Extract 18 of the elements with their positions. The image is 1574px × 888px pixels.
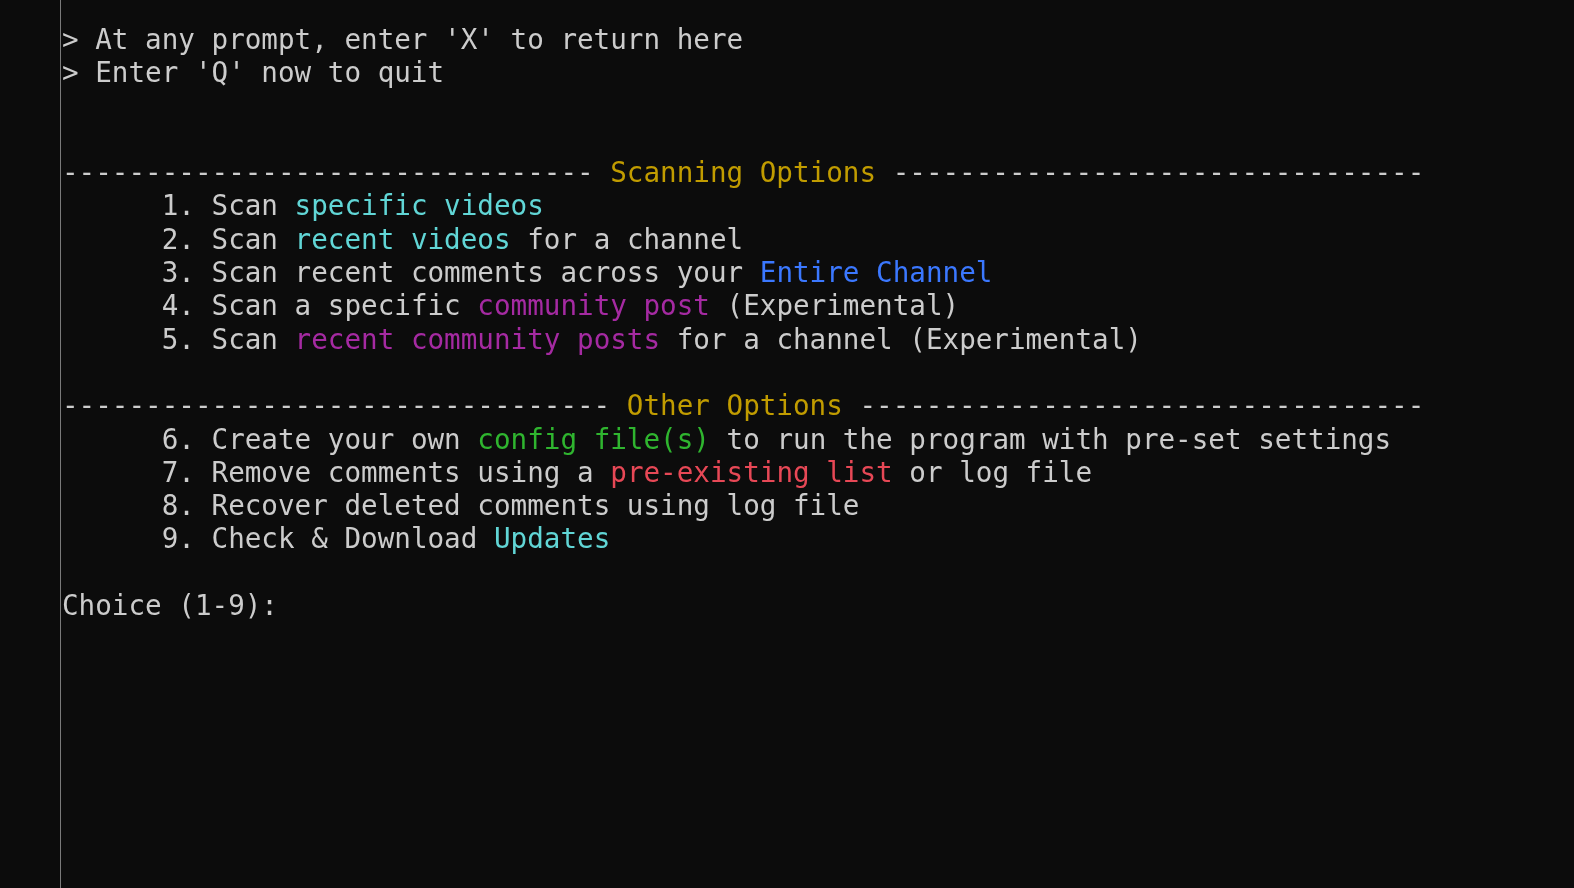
info-line: > At any prompt, enter 'X' to return here bbox=[62, 23, 745, 57]
dashed-rule: -------------------------------- bbox=[62, 156, 594, 190]
input-prompt: Choice (1-9): bbox=[62, 589, 279, 623]
menu-option: 9. Check & Download Updates bbox=[62, 522, 1574, 556]
menu-option: 6. Create your own config file(s) to run the program with pre-set settings bbox=[62, 422, 1574, 456]
menu-option: 2. Scan recent videos for a channel bbox=[62, 222, 1574, 257]
menu-option: 8. Recover deleted comments using log file bbox=[62, 489, 1574, 523]
menu-option: 4. Scan a specific community post (Experimental) bbox=[62, 289, 1574, 323]
menu-option: 7. Remove comments using a pre-existing list or log file bbox=[62, 455, 1574, 490]
section-heading: Other Options bbox=[626, 389, 843, 423]
menu-option: 1. Scan specific videos bbox=[62, 189, 1574, 223]
info-line: > Enter 'Q' now to quit bbox=[62, 56, 446, 90]
menu-option: 3. Scan recent comments across your Entire Channel bbox=[62, 256, 1574, 290]
dashed-rule: -------------------------------- bbox=[892, 156, 1425, 190]
section-heading: Scanning Options bbox=[610, 156, 877, 190]
dashed-rule: ---------------------------------- bbox=[859, 389, 1425, 423]
dashed-rule: --------------------------------- bbox=[62, 389, 611, 423]
menu-option: 5. Scan recent community posts for a channel (Experimental) bbox=[62, 322, 1574, 356]
